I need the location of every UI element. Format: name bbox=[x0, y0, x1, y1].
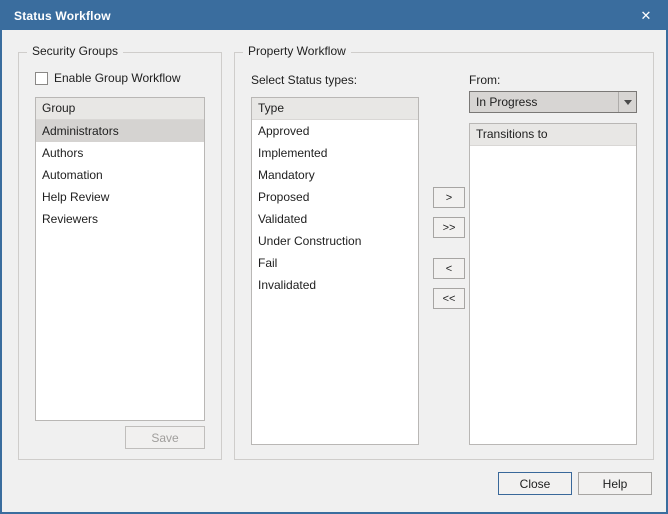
security-groups-groupbox: Security Groups Enable Group Workflow Gr… bbox=[18, 52, 222, 460]
transitions-list-items bbox=[470, 146, 636, 444]
move-left-button[interactable]: < bbox=[433, 258, 465, 279]
select-status-types-label: Select Status types: bbox=[251, 73, 357, 87]
type-list-item[interactable]: Proposed bbox=[252, 186, 418, 208]
close-icon[interactable]: ✕ bbox=[626, 2, 666, 30]
type-list-item[interactable]: Under Construction bbox=[252, 230, 418, 252]
group-list-items: AdministratorsAuthorsAutomationHelp Revi… bbox=[36, 120, 204, 420]
from-combobox[interactable]: In Progress bbox=[469, 91, 637, 113]
type-list-item[interactable]: Fail bbox=[252, 252, 418, 274]
type-list-item[interactable]: Mandatory bbox=[252, 164, 418, 186]
type-list-item[interactable]: Implemented bbox=[252, 142, 418, 164]
type-list-items: ApprovedImplementedMandatoryProposedVali… bbox=[252, 120, 418, 444]
type-list-item[interactable]: Approved bbox=[252, 120, 418, 142]
enable-group-workflow-checkbox[interactable] bbox=[35, 72, 48, 85]
group-list-item[interactable]: Reviewers bbox=[36, 208, 204, 230]
transitions-list[interactable]: Transitions to bbox=[469, 123, 637, 445]
move-all-left-button[interactable]: << bbox=[433, 288, 465, 309]
group-list-header[interactable]: Group bbox=[36, 98, 204, 120]
status-type-list[interactable]: Type ApprovedImplementedMandatoryPropose… bbox=[251, 97, 419, 445]
chevron-down-icon[interactable] bbox=[618, 92, 636, 112]
security-groups-title: Security Groups bbox=[27, 44, 123, 58]
group-list-item[interactable]: Automation bbox=[36, 164, 204, 186]
type-list-header[interactable]: Type bbox=[252, 98, 418, 120]
enable-group-workflow-label: Enable Group Workflow bbox=[54, 71, 181, 85]
titlebar[interactable]: Status Workflow ✕ bbox=[2, 2, 666, 30]
group-list-item[interactable]: Help Review bbox=[36, 186, 204, 208]
save-button[interactable]: Save bbox=[125, 426, 205, 449]
help-button[interactable]: Help bbox=[578, 472, 652, 495]
enable-group-workflow-row[interactable]: Enable Group Workflow bbox=[35, 71, 181, 85]
status-workflow-dialog: Status Workflow ✕ Security Groups Enable… bbox=[0, 0, 668, 514]
group-list[interactable]: Group AdministratorsAuthorsAutomationHel… bbox=[35, 97, 205, 421]
transitions-list-header[interactable]: Transitions to bbox=[470, 124, 636, 146]
property-workflow-groupbox: Property Workflow Select Status types: T… bbox=[234, 52, 654, 460]
move-right-button[interactable]: > bbox=[433, 187, 465, 208]
from-label: From: bbox=[469, 73, 500, 87]
window-title: Status Workflow bbox=[2, 9, 111, 23]
type-list-item[interactable]: Invalidated bbox=[252, 274, 418, 296]
move-all-right-button[interactable]: >> bbox=[433, 217, 465, 238]
type-list-item[interactable]: Validated bbox=[252, 208, 418, 230]
from-combobox-value: In Progress bbox=[470, 92, 618, 112]
property-workflow-title: Property Workflow bbox=[243, 44, 351, 58]
group-list-item[interactable]: Administrators bbox=[36, 120, 204, 142]
close-button[interactable]: Close bbox=[498, 472, 572, 495]
group-list-item[interactable]: Authors bbox=[36, 142, 204, 164]
